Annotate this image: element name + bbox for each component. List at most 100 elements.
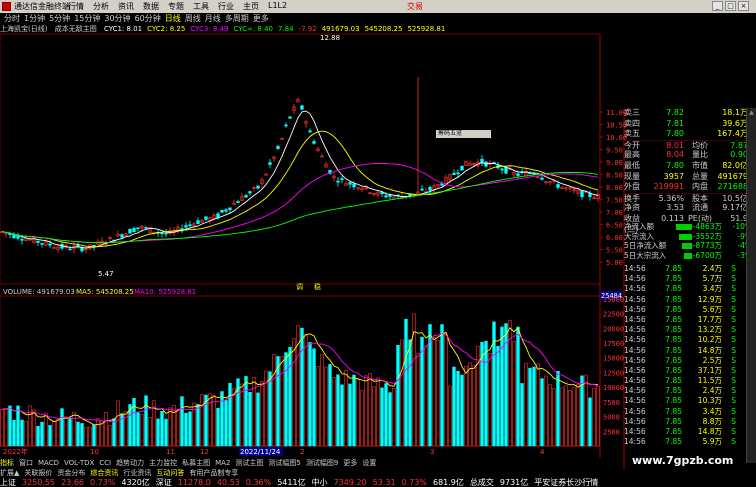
info-tab-2[interactable]: 资金分布 [57, 468, 85, 478]
volume-tick-label: 2500 [603, 428, 620, 436]
quote-value: 8.04 [666, 150, 684, 160]
candle-body [308, 130, 312, 133]
formula-tab-1[interactable]: 窗口 [19, 458, 33, 468]
formula-tab-9[interactable]: 测试主图 [235, 458, 263, 468]
formula-tab-10[interactable]: 测试幅图5 [268, 458, 300, 468]
tick-row: 14:56 7.85 14.8万 S [624, 346, 746, 356]
formula-tab-8[interactable]: MA2 [215, 459, 230, 467]
volume-bar [408, 339, 412, 447]
formula-tab-3[interactable]: VOL-TDX [64, 459, 94, 467]
tick-direction: S [731, 365, 736, 375]
formula-tab-13[interactable]: 设置 [362, 458, 376, 468]
volume-bar [512, 341, 516, 447]
volume-bar [60, 408, 64, 447]
volume-bar [24, 420, 28, 447]
volume-bar [360, 390, 364, 447]
flow-label: 净流入额 [624, 222, 654, 231]
tick-price: 7.85 [665, 355, 682, 365]
candle-body [348, 182, 352, 185]
volume-bar [396, 344, 400, 447]
formula-tab-0[interactable]: 指标 [0, 458, 14, 468]
volume-tick-label: 15000 [603, 355, 624, 363]
info-tab-3[interactable]: 综合资讯 [90, 468, 118, 478]
quote-label: 现量 [624, 171, 640, 181]
volume-bar [484, 340, 488, 447]
quote-value2: 39.6万 [722, 118, 748, 128]
quote-label2: 股本 [692, 193, 708, 203]
price-tick-label: 5.00 [606, 259, 623, 267]
formula-tab-7[interactable]: 私募主图 [182, 458, 210, 468]
volume-bar [528, 367, 532, 447]
volume-bar [380, 387, 384, 447]
quote-label: 净资 [624, 203, 640, 213]
tick-volume: 11.5万 [697, 376, 722, 386]
volume-tick-label: 12500 [603, 369, 624, 377]
volume-tick-label: 17500 [603, 340, 624, 348]
formula-tab-4[interactable]: CCI [99, 459, 111, 467]
scrollbar[interactable]: ▲ [746, 108, 756, 463]
candle-body [164, 232, 168, 235]
tick-volume: 3.4万 [702, 406, 722, 416]
volume-bar [180, 396, 184, 447]
chevron-up-icon[interactable]: ▲ [747, 108, 756, 117]
formula-tab-2[interactable]: MACD [38, 459, 59, 467]
info-tab-6[interactable]: 有用产品制专享 [189, 468, 238, 478]
volume-bar [312, 348, 316, 447]
quote-value: 219991 [653, 182, 684, 192]
price-tick-label: 9.00 [606, 159, 623, 167]
flow-bar [670, 241, 692, 251]
formula-tab-11[interactable]: 测试幅图9 [306, 458, 338, 468]
volume-bar [196, 404, 200, 447]
tick-direction: S [731, 437, 736, 447]
formula-tab-6[interactable]: 主力监控 [149, 458, 177, 468]
volume-bar [164, 418, 168, 447]
volume-bar [116, 400, 120, 447]
quote-row: 现量 3957 总量 491679 [624, 172, 756, 183]
tick-price: 7.85 [665, 386, 682, 396]
formula-tab-5[interactable]: 趋势动力 [116, 458, 144, 468]
total-amount: 9731亿 [499, 478, 529, 487]
volume-tick-label: 7500 [603, 399, 620, 407]
volume-bar [284, 352, 288, 447]
candle-body [184, 225, 188, 228]
volume-bar [244, 376, 248, 447]
volume-bar [576, 384, 580, 447]
volume-bar [200, 394, 204, 447]
flow-bar [670, 232, 692, 242]
volume-bar [148, 417, 152, 447]
volume-bar [84, 427, 88, 447]
tick-direction: S [731, 427, 736, 436]
tick-row: 14:56 7.85 3.4万 S [624, 284, 746, 294]
volume-bar [208, 393, 212, 447]
quote-value: 7.80 [666, 129, 684, 139]
volume-bar [336, 374, 340, 447]
formula-tab-12[interactable]: 更多 [343, 458, 357, 468]
chip-float-box[interactable]: 筹码五览 [436, 130, 491, 138]
tick-direction: S [731, 345, 736, 355]
volume-bar [468, 362, 472, 447]
sh-label: 上证 [0, 478, 16, 487]
tick-row: 14:56 7.85 12.9万 S [624, 295, 746, 305]
volume-bar [400, 339, 404, 447]
candle-body [216, 213, 220, 219]
volume-bar [492, 321, 496, 447]
tick-direction: S [731, 416, 736, 426]
tick-row: 14:56 7.85 5.6万 S [624, 305, 746, 315]
volume-bar [136, 412, 140, 447]
volume-bar [32, 409, 36, 447]
candle-body [380, 192, 384, 195]
volume-bar [524, 363, 528, 447]
tick-volume: 5.7万 [702, 274, 722, 284]
info-tab-1[interactable]: 关联报价 [24, 468, 52, 478]
candle-body [420, 188, 424, 191]
tick-direction: S [731, 294, 736, 304]
flow-value: -4863万 [692, 222, 722, 231]
candle-body [20, 238, 24, 241]
news-ticker[interactable]: 平安证券长沙行情 [534, 477, 598, 487]
volume-bar [88, 426, 92, 447]
tick-row: 14:56 7.85 3.4万 S [624, 407, 746, 417]
sh-pct: 0.73% [90, 478, 116, 487]
tick-price: 7.85 [665, 345, 682, 355]
volume-bar [328, 364, 332, 447]
volume-bar [4, 408, 8, 447]
